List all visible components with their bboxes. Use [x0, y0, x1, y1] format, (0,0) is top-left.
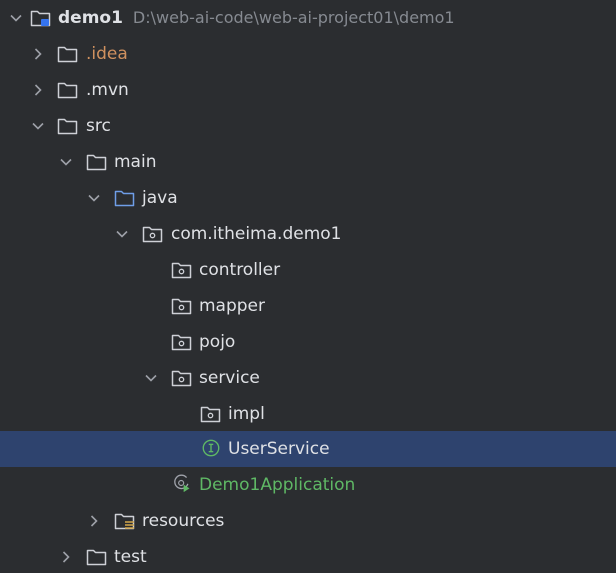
tree-row-mvn[interactable]: .mvn — [0, 72, 616, 108]
tree-row-controller[interactable]: controller — [0, 252, 616, 288]
tree-row-src[interactable]: src — [0, 108, 616, 144]
package-icon — [171, 262, 192, 279]
tree-row-pojo[interactable]: pojo — [0, 324, 616, 360]
tree-label-impl: impl — [228, 404, 265, 424]
folder-icon — [86, 154, 107, 171]
folder-icon — [57, 118, 78, 135]
resources-folder-icon — [114, 513, 135, 530]
tree-row-impl[interactable]: impl — [0, 396, 616, 432]
tree-row-test[interactable]: test — [0, 539, 616, 573]
chevron-down-icon[interactable] — [31, 119, 45, 133]
module-name: demo1 — [58, 8, 123, 28]
chevron-down-icon[interactable] — [9, 11, 23, 25]
tree-row-service[interactable]: service — [0, 360, 616, 396]
chevron-down-icon[interactable] — [115, 227, 129, 241]
tree-label-pojo: pojo — [199, 332, 236, 352]
chevron-right-icon[interactable] — [31, 47, 45, 61]
folder-icon — [86, 549, 107, 566]
package-icon — [171, 334, 192, 351]
tree-label-demo1application: Demo1Application — [199, 475, 356, 495]
spring-boot-application-icon — [174, 474, 190, 493]
tree-label-mvn: .mvn — [86, 80, 129, 100]
module-folder-icon — [30, 10, 51, 27]
tree-row-package-root[interactable]: com.itheima.demo1 — [0, 216, 616, 252]
package-icon — [171, 298, 192, 315]
source-folder-icon — [114, 190, 135, 207]
project-tree: demo1 D:\web-ai-code\web-ai-project01\dem… — [0, 0, 616, 573]
tree-label-mapper: mapper — [199, 296, 266, 316]
tree-row-main[interactable]: main — [0, 144, 616, 180]
chevron-right-icon[interactable] — [31, 83, 45, 97]
tree-row-userservice[interactable]: UserService — [0, 431, 616, 467]
tree-label-package-root: com.itheima.demo1 — [171, 224, 342, 244]
chevron-down-icon[interactable] — [59, 155, 73, 169]
tree-label-src: src — [86, 116, 111, 136]
module-path: D:\web-ai-code\web-ai-project01\demo1 — [132, 8, 455, 27]
folder-icon — [57, 46, 78, 63]
chevron-down-icon[interactable] — [144, 371, 158, 385]
package-icon — [200, 406, 221, 423]
folder-icon — [57, 82, 78, 99]
tree-label-test: test — [114, 547, 147, 567]
tree-row-demo1[interactable]: demo1 D:\web-ai-code\web-ai-project01\dem… — [0, 0, 616, 36]
package-icon — [142, 226, 163, 243]
tree-row-java[interactable]: java — [0, 180, 616, 216]
interface-icon — [202, 439, 220, 457]
tree-label-userservice: UserService — [228, 439, 330, 459]
tree-label-idea: .idea — [86, 44, 128, 64]
tree-label-java: java — [142, 188, 178, 208]
tree-label-service: service — [199, 368, 260, 388]
tree-label-demo1: demo1 D:\web-ai-code\web-ai-project01\dem… — [58, 0, 455, 36]
chevron-right-icon[interactable] — [59, 550, 73, 564]
tree-label-resources: resources — [142, 511, 225, 531]
tree-row-idea[interactable]: .idea — [0, 36, 616, 72]
tree-label-controller: controller — [199, 260, 281, 280]
tree-row-mapper[interactable]: mapper — [0, 288, 616, 324]
chevron-right-icon[interactable] — [87, 514, 101, 528]
chevron-down-icon[interactable] — [87, 191, 101, 205]
package-icon — [171, 370, 192, 387]
tree-row-demo1application[interactable]: Demo1Application — [0, 467, 616, 503]
tree-label-main: main — [114, 152, 157, 172]
tree-row-resources[interactable]: resources — [0, 503, 616, 539]
